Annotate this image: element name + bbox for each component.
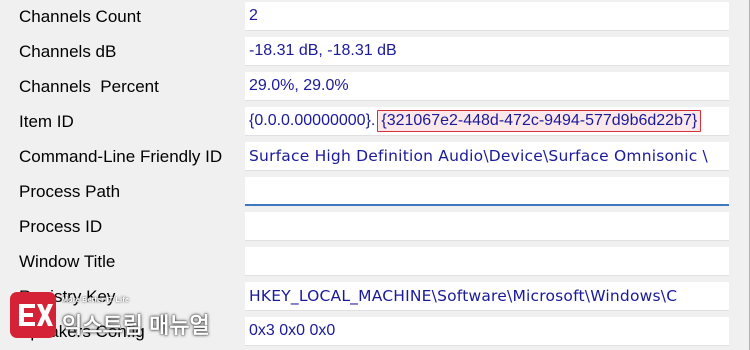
row-channels-count: Channels Count 2 <box>0 0 750 35</box>
command-line-id-value: Surface High Definition Audio\Device\Sur… <box>249 147 708 165</box>
item-id-guid-highlight: {321067e2-448d-472c-9494-577d9b6d22b7} <box>377 110 702 132</box>
item-id-label: Item ID <box>19 112 74 131</box>
row-command-line-id: Command-Line Friendly ID Surface High De… <box>0 140 750 175</box>
registry-key-field[interactable]: HKEY_LOCAL_MACHINE\Software\Microsoft\Wi… <box>245 282 729 311</box>
process-id-label: Process ID <box>19 217 103 236</box>
row-channels-percent: Channels Percent 29.0%, 29.0% <box>0 70 750 105</box>
channels-count-field[interactable]: 2 <box>245 2 729 31</box>
channels-count-label: Channels Count <box>19 7 141 26</box>
item-id-prefix: {0.0.0.00000000}. <box>249 112 376 129</box>
row-process-path: Process Path <box>0 175 750 210</box>
row-window-title: Window Title <box>0 245 750 280</box>
speakers-config-value: 0x3 0x0 0x0 <box>249 322 336 339</box>
channels-percent-label: Channels Percent <box>19 77 159 96</box>
row-item-id: Item ID {0.0.0.00000000}. {321067e2-448d-… <box>0 105 750 140</box>
watermark-logo: More Better IT Life 익스트림 매뉴얼 <box>10 292 210 340</box>
logo-mark-icon <box>10 292 56 338</box>
logo-tagline: More Better IT Life <box>62 297 130 304</box>
window-title-field[interactable] <box>245 247 729 276</box>
row-channels-db: Channels dB -18.31 dB, -18.31 dB <box>0 35 750 70</box>
process-path-field[interactable] <box>245 177 729 206</box>
channels-db-field[interactable]: -18.31 dB, -18.31 dB <box>245 37 729 66</box>
command-line-id-field[interactable]: Surface High Definition Audio\Device\Sur… <box>245 142 729 171</box>
channels-db-value: -18.31 dB, -18.31 dB <box>249 42 397 59</box>
item-id-field[interactable]: {0.0.0.00000000}. {321067e2-448d-472c-949… <box>245 107 729 136</box>
window-title-label: Window Title <box>19 252 116 271</box>
logo-name: 익스트림 매뉴얼 <box>62 313 210 338</box>
channels-db-label: Channels dB <box>19 42 117 61</box>
channels-percent-field[interactable]: 29.0%, 29.0% <box>245 72 729 101</box>
process-id-field[interactable] <box>245 212 729 241</box>
speakers-config-field[interactable]: 0x3 0x0 0x0 <box>245 317 729 346</box>
channels-count-value: 2 <box>249 7 258 24</box>
process-path-label: Process Path <box>19 182 121 201</box>
registry-key-value: HKEY_LOCAL_MACHINE\Software\Microsoft\Wi… <box>249 287 678 305</box>
command-line-id-label: Command-Line Friendly ID <box>19 147 223 166</box>
row-process-id: Process ID <box>0 210 750 245</box>
item-id-value: {0.0.0.00000000}. {321067e2-448d-472c-949… <box>249 110 702 132</box>
channels-percent-value: 29.0%, 29.0% <box>249 77 349 94</box>
